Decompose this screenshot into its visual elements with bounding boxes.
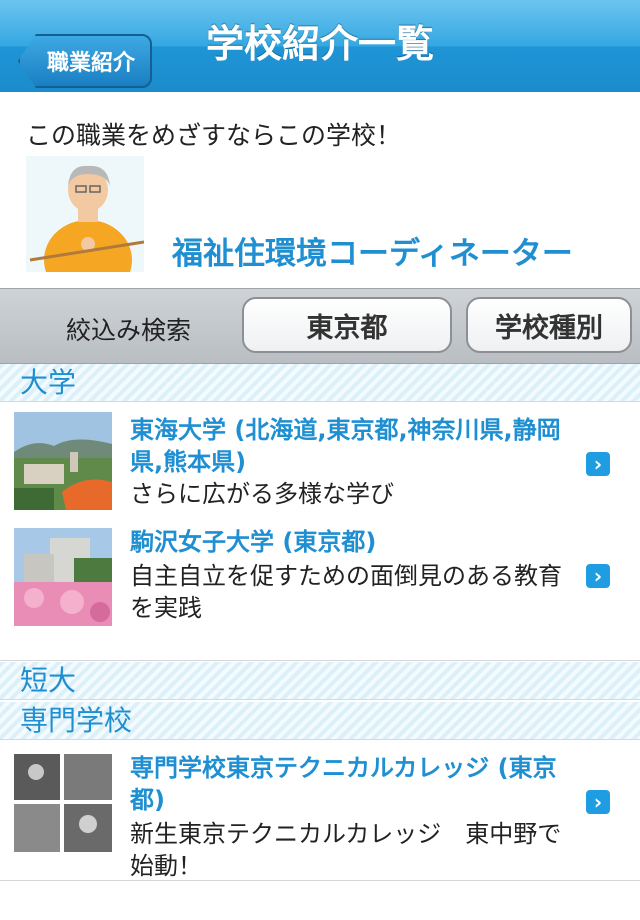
page-title: 学校紹介一覧 <box>205 22 434 66</box>
back-button-wrap[interactable]: 職業紹介 <box>8 16 152 88</box>
school-description: さらに広がる多様な学び <box>130 480 394 508</box>
occupation-illustration <box>26 156 144 272</box>
chevron-right-icon[interactable]: › <box>586 452 610 476</box>
region-filter-button[interactable]: 東京都 <box>242 297 452 353</box>
chevron-right-icon[interactable]: › <box>586 790 610 814</box>
filter-bar: 絞込み検索 東京都 学校種別 <box>0 288 640 364</box>
school-description: 新生東京テクニカルカレッジ 東中野で始動！ <box>130 820 562 880</box>
list-item-tokai[interactable]: 東海大学 (北海道,東京都,神奈川県,静岡県,熊本県) さらに広がる多様な学び … <box>0 402 640 515</box>
school-description: 自主自立を促すための面倒見のある教育を実践 <box>130 562 562 622</box>
back-button[interactable]: 職業紹介 <box>18 34 152 88</box>
section-header-vocational: 専門学校 <box>0 702 640 740</box>
list-item-komazawa[interactable]: 駒沢女子大学 (東京都) 自主自立を促すための面倒見のある教育を実践 › <box>0 514 640 661</box>
list-item-tokyo-technical[interactable]: 専門学校東京テクニカルカレッジ (東京都) 新生東京テクニカルカレッジ 東中野で… <box>0 740 640 881</box>
school-title: 専門学校東京テクニカルカレッジ (東京都) <box>130 754 557 814</box>
filter-label: 絞込み検索 <box>66 316 192 345</box>
school-photo <box>14 528 112 626</box>
school-type-filter-button[interactable]: 学校種別 <box>466 297 632 353</box>
school-title: 駒沢女子大学 (東京都) <box>130 528 377 556</box>
section-header-junior-college: 短大 <box>0 662 640 700</box>
intro-text: この職業をめざすならこの学校！ <box>26 121 402 150</box>
school-photo <box>14 754 112 852</box>
person-illustration-icon <box>26 156 144 272</box>
navigation-bar: 職業紹介 学校紹介一覧 <box>0 0 640 93</box>
school-title: 東海大学 (北海道,東京都,神奈川県,静岡県,熊本県) <box>130 416 561 476</box>
job-title: 福祉住環境コーディネーター <box>172 236 573 272</box>
intro-panel: この職業をめざすならこの学校！ 福祉住環境コーディネーター <box>0 92 640 288</box>
school-photo <box>14 412 112 510</box>
chevron-right-icon[interactable]: › <box>586 564 610 588</box>
section-header-university: 大学 <box>0 364 640 402</box>
